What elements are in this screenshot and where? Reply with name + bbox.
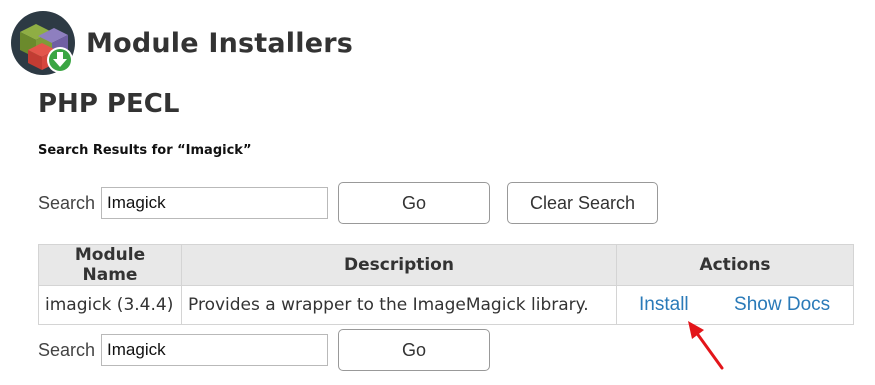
modules-table: Module Name Description Actions imagick … — [38, 244, 854, 325]
search-label: Search — [38, 192, 96, 213]
module-actions-cell: Install Show Docs — [616, 285, 854, 325]
search-form-bottom: Search Go — [38, 329, 491, 371]
section-title: PHP PECL — [38, 89, 180, 119]
go-button[interactable]: Go — [338, 329, 491, 371]
clear-search-button[interactable]: Clear Search — [507, 182, 659, 224]
module-description-cell: Provides a wrapper to the ImageMagick li… — [181, 285, 617, 325]
search-form-top: Search Go Clear Search — [38, 182, 659, 224]
module-cubes-download-icon — [11, 11, 75, 75]
table-header-row: Module Name Description Actions — [38, 244, 854, 286]
module-name-cell: imagick (3.4.4) — [38, 285, 182, 325]
column-header-description: Description — [181, 244, 617, 286]
page-title: Module Installers — [86, 27, 354, 59]
column-header-module-name[interactable]: Module Name — [38, 244, 182, 286]
red-arrow-icon — [688, 321, 724, 370]
show-docs-link[interactable]: Show Docs — [734, 294, 830, 315]
search-input[interactable] — [101, 187, 329, 219]
search-input[interactable] — [101, 334, 329, 366]
search-results-heading: Search Results for “Imagick” — [38, 143, 252, 158]
go-button[interactable]: Go — [338, 182, 491, 224]
table-row: imagick (3.4.4) Provides a wrapper to th… — [38, 285, 854, 325]
page-header: Module Installers — [10, 10, 353, 76]
search-label: Search — [38, 339, 96, 360]
column-header-actions: Actions — [616, 244, 854, 286]
